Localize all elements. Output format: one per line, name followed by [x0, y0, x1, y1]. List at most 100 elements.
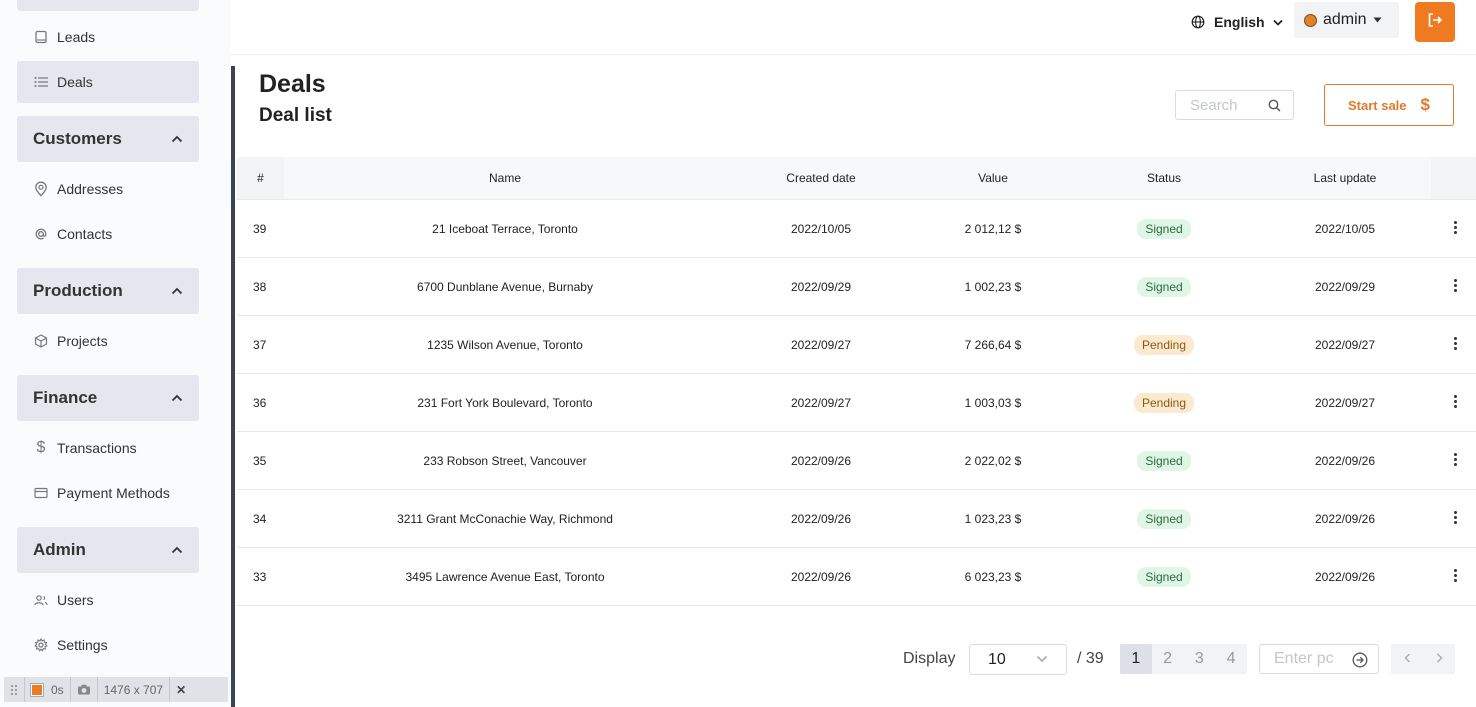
status-badge: Signed	[1137, 508, 1191, 529]
cell-status: Pending	[1104, 374, 1224, 431]
col-name[interactable]: Name	[405, 157, 605, 199]
col-last-update[interactable]: Last update	[1275, 157, 1415, 199]
cell-value: 1 002,23 $	[964, 279, 1022, 294]
page-2-button[interactable]: 2	[1152, 644, 1184, 674]
dollar-icon: $	[36, 439, 46, 456]
row-actions-button[interactable]	[1449, 200, 1461, 257]
sidebar-item-label: Deals	[57, 74, 93, 90]
cell-id: 35	[253, 453, 267, 468]
sidebar-item-payment-methods[interactable]: Payment Methods	[17, 472, 199, 514]
arrow-right-circle-icon[interactable]	[1352, 652, 1368, 668]
page-1-button[interactable]: 1	[1120, 644, 1152, 674]
cell-last-update: 2022/10/05	[1314, 221, 1376, 236]
col-created-date[interactable]: Created date	[751, 157, 891, 199]
sidebar-item-users[interactable]: Users	[17, 579, 199, 621]
section-admin[interactable]: Admin	[17, 527, 199, 573]
next-page-button[interactable]	[1423, 644, 1455, 674]
cell-last-update: 2022/09/26	[1314, 511, 1376, 526]
drag-handle-icon[interactable]	[4, 677, 25, 702]
sidebar-item-label: Contacts	[57, 226, 113, 242]
goto-page-input[interactable]	[1272, 649, 1346, 669]
page-subtitle: Deal list	[259, 105, 332, 126]
chevron-left-icon	[1403, 650, 1411, 668]
page-size-select[interactable]: 10	[969, 644, 1067, 675]
cell-last-update: 2022/09/27	[1314, 337, 1376, 352]
status-badge: Pending	[1133, 392, 1195, 413]
sidebar-item-transactions[interactable]: $ Transactions	[17, 427, 199, 469]
close-icon[interactable]: ✕	[170, 677, 192, 702]
sidebar-item-deals[interactable]: Deals	[17, 61, 199, 103]
kebab-menu-icon	[1453, 453, 1457, 466]
chevron-down-icon	[1036, 655, 1048, 663]
section-customers[interactable]: Customers	[17, 116, 199, 162]
sidebar-item-contacts[interactable]: Contacts	[17, 213, 199, 255]
globe-icon	[1191, 15, 1205, 29]
row-actions-button[interactable]	[1449, 548, 1461, 605]
users-icon	[33, 592, 49, 608]
row-actions-button[interactable]	[1449, 316, 1461, 373]
sidebar-item-settings[interactable]: Settings	[17, 624, 199, 666]
cell-id: 37	[253, 337, 267, 352]
logout-button[interactable]	[1415, 2, 1455, 42]
kebab-menu-icon	[1453, 279, 1457, 292]
table-row[interactable]: 38 6700 Dunblane Avenue, Burnaby 2022/09/2…	[237, 258, 1476, 316]
search-icon[interactable]	[1268, 99, 1281, 112]
location-pin-icon	[33, 181, 49, 197]
table-row[interactable]: 33 3495 Lawrence Avenue East, Toronto 2022…	[237, 548, 1476, 606]
timer: 0s	[51, 682, 64, 697]
table-row[interactable]: 39 21 Iceboat Terrace, Toronto 2022/10/05 2…	[237, 200, 1476, 258]
section-production[interactable]: Production	[17, 268, 199, 314]
camera-icon[interactable]	[71, 677, 98, 702]
sidebar: Leads Deals Customers Addresses Contacts…	[0, 0, 231, 707]
search-box	[1175, 90, 1294, 120]
col-id[interactable]: #	[237, 157, 284, 199]
cell-status: Signed	[1104, 490, 1224, 547]
table-row[interactable]: 35 233 Robson Street, Vancouver 2022/09/26…	[237, 432, 1476, 490]
page-4-button[interactable]: 4	[1215, 644, 1247, 674]
deals-table: # Name Created date Value Status Last up…	[237, 157, 1476, 606]
user-menu[interactable]: admin	[1294, 2, 1399, 38]
cell-id: 36	[253, 395, 267, 410]
language-selector[interactable]: English	[1191, 12, 1283, 32]
cell-status: Pending	[1104, 316, 1224, 373]
sidebar-top-item[interactable]	[17, 0, 199, 11]
row-actions-button[interactable]	[1449, 490, 1461, 547]
table-row[interactable]: 36 231 Fort York Boulevard, Toronto 2022/0…	[237, 374, 1476, 432]
sidebar-item-projects[interactable]: Projects	[17, 320, 199, 362]
page-title: Deals	[259, 70, 326, 98]
section-title: Production	[33, 281, 123, 300]
kebab-menu-icon	[1453, 511, 1457, 524]
caret-down-icon	[1373, 17, 1382, 23]
row-actions-button[interactable]	[1449, 258, 1461, 315]
table-row[interactable]: 34 3211 Grant McConachie Way, Richmond 202…	[237, 490, 1476, 548]
search-input[interactable]	[1188, 95, 1272, 115]
cell-name: 3211 Grant McConachie Way, Richmond	[397, 511, 613, 526]
cell-value: 2 012,12 $	[964, 221, 1022, 236]
goto-page	[1259, 644, 1379, 674]
chevron-up-icon	[171, 285, 183, 297]
sidebar-item-addresses[interactable]: Addresses	[17, 168, 199, 210]
cell-status: Signed	[1104, 432, 1224, 489]
record-button[interactable]: 0s	[25, 677, 71, 702]
sidebar-item-leads[interactable]: Leads	[17, 16, 199, 58]
section-title: Admin	[33, 540, 86, 559]
chevron-right-icon	[1436, 650, 1443, 668]
chevron-down-icon	[1272, 19, 1283, 26]
cell-name: 231 Fort York Boulevard, Toronto	[417, 395, 593, 410]
table-row[interactable]: 37 1235 Wilson Avenue, Toronto 2022/09/27 7…	[237, 316, 1476, 374]
sidebar-item-label: Projects	[57, 333, 108, 349]
page-3-button[interactable]: 3	[1184, 644, 1216, 674]
sidebar-item-label: Transactions	[57, 440, 137, 456]
cell-id: 34	[253, 511, 267, 526]
cell-created-date: 2022/09/26	[790, 511, 852, 526]
row-actions-button[interactable]	[1449, 432, 1461, 489]
section-title: Finance	[33, 388, 98, 407]
cell-status: Signed	[1104, 200, 1224, 257]
col-value[interactable]: Value	[933, 157, 1053, 199]
cell-name: 1235 Wilson Avenue, Toronto	[427, 337, 583, 352]
prev-page-button[interactable]	[1391, 644, 1423, 674]
row-actions-button[interactable]	[1449, 374, 1461, 431]
section-finance[interactable]: Finance	[17, 375, 199, 421]
col-status[interactable]: Status	[1104, 157, 1224, 199]
start-sale-button[interactable]: Start sale $	[1324, 84, 1454, 126]
